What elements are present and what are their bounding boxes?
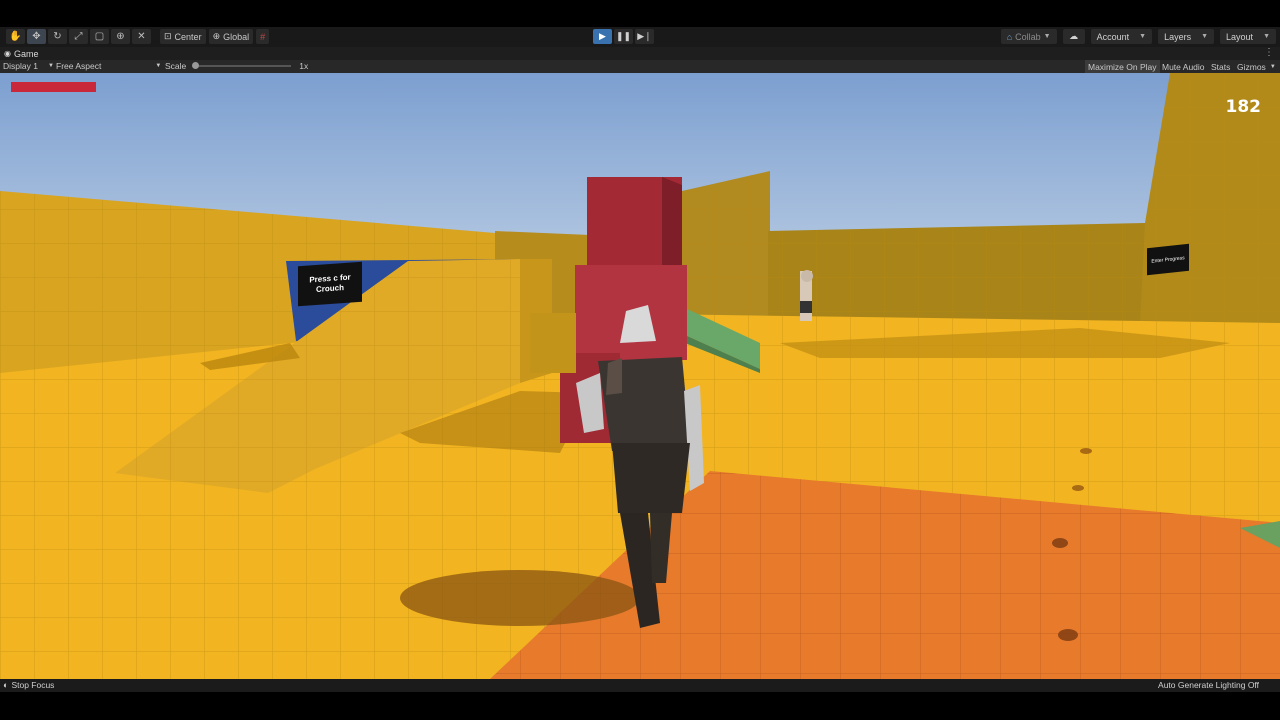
display-label: Display 1 (3, 61, 38, 71)
hand-tool-button[interactable]: ✋ (6, 29, 25, 44)
game-tab[interactable]: ◉ Game (4, 49, 39, 59)
maximize-on-play-toggle[interactable]: Maximize On Play (1085, 60, 1160, 73)
rect-tool-button[interactable]: ▢ (90, 29, 109, 44)
transform-tool-button[interactable]: ⊕ (111, 29, 130, 44)
scale-value: 1x (299, 61, 309, 71)
scale-slider[interactable] (192, 62, 292, 69)
crouch-sign: Press c for Crouch (298, 261, 362, 307)
game-viewport[interactable]: 182 Press c for Crouch Enter Progress (0, 73, 1280, 679)
chevron-down-icon: ▼ (47, 63, 54, 69)
chevron-down-icon: ▼ (1043, 33, 1051, 40)
gizmos-dropdown[interactable]: Gizmos ▼ (1234, 60, 1279, 73)
chevron-down-icon: ▼ (1269, 63, 1276, 70)
layers-dropdown[interactable]: Layers ▼ (1158, 29, 1215, 44)
account-dropdown[interactable]: Account ▼ (1090, 29, 1153, 44)
play-button[interactable]: ▶ (593, 29, 612, 44)
lighting-status[interactable]: Auto Generate Lighting Off (1158, 680, 1259, 690)
game-scene (0, 73, 1280, 679)
game-tab-label: Game (13, 48, 39, 59)
right-toolbar: ⌂ Collab ▼ ☁ Account ▼ Layers ▼ Layout ▼ (1000, 29, 1276, 44)
layout-label: Layout (1226, 31, 1254, 42)
stats-label: Stats (1211, 61, 1231, 72)
game-view-controls: Display 1 ▼ Free Aspect ▼ Scale 1x Maxim… (0, 60, 1280, 73)
pivot-label: Center (174, 31, 202, 42)
globe-icon: ⊕ (212, 31, 221, 41)
pivot-mode-button[interactable]: ⊡ Center (160, 29, 206, 44)
focus-icon: ◐ (3, 680, 9, 690)
collab-label: Collab (1015, 31, 1041, 42)
gamepad-icon: ◉ (4, 49, 11, 58)
hand-icon: ✋ (9, 31, 22, 42)
custom-tool-button[interactable]: ✕ (132, 29, 151, 44)
pause-icon: ❚❚ (615, 31, 632, 41)
main-toolbar: ✋ ✥ ↻ ⤢ ▢ ⊕ ✕ ⊡ Center ⊕ Global # ▶ ❚❚ ▶… (0, 27, 1280, 47)
letterbox-bottom (0, 692, 1280, 720)
maximize-label: Maximize On Play (1088, 61, 1157, 72)
move-tool-button[interactable]: ✥ (27, 29, 46, 44)
pause-button[interactable]: ❚❚ (614, 29, 633, 44)
display-dropdown[interactable]: Display 1 ▼ (3, 61, 54, 71)
scale-slider-handle[interactable] (192, 62, 200, 69)
step-icon: ▶❘ (637, 31, 652, 41)
pivot-space-button[interactable]: ⊕ Global (208, 29, 254, 44)
scale-icon: ⤢ (74, 31, 83, 42)
grid-icon: # (260, 31, 266, 42)
chevron-down-icon: ▼ (1139, 33, 1147, 40)
scale-tool-button[interactable]: ⤢ (69, 29, 88, 44)
chevron-down-icon: ▼ (1263, 33, 1270, 40)
rect-icon: ▢ (94, 31, 105, 42)
cloud-button[interactable]: ☁ (1062, 29, 1085, 44)
letterbox-top (0, 0, 1280, 27)
mute-audio-toggle[interactable]: Mute Audio (1159, 60, 1208, 73)
status-bar: ◐ Stop Focus Auto Generate Lighting Off (0, 679, 1280, 692)
cloud-icon: ☁ (1069, 31, 1079, 41)
status-left[interactable]: ◐ Stop Focus (3, 680, 54, 690)
score-counter: 182 (1225, 97, 1262, 117)
chevron-down-icon: ▼ (155, 63, 162, 69)
progress-sign: Enter Progress (1147, 243, 1189, 276)
layers-label: Layers (1164, 31, 1192, 42)
space-label: Global (223, 31, 250, 42)
health-bar (11, 82, 96, 92)
play-icon: ▶ (599, 31, 606, 41)
mute-label: Mute Audio (1162, 61, 1205, 72)
aspect-dropdown[interactable]: Free Aspect ▼ (56, 61, 161, 71)
collab-dropdown[interactable]: ⌂ Collab ▼ (1000, 29, 1057, 44)
scale-label: Scale (165, 61, 187, 71)
transform-icon: ⊕ (116, 31, 125, 42)
gizmos-label: Gizmos (1237, 61, 1266, 72)
step-button[interactable]: ▶❘ (635, 29, 654, 44)
chevron-down-icon: ▼ (1201, 33, 1209, 40)
collab-icon: ⌂ (1006, 31, 1013, 42)
pivot-icon: ⊡ (164, 31, 172, 41)
more-menu-icon[interactable]: ⋮ (1264, 47, 1274, 58)
account-label: Account (1096, 31, 1130, 42)
scale-control: Scale 1x (165, 61, 308, 71)
pivot-controls: ⊡ Center ⊕ Global # (160, 29, 270, 44)
game-tab-strip: ◉ Game ⋮ (0, 47, 1280, 60)
stats-toggle[interactable]: Stats (1208, 60, 1233, 73)
grid-snap-button[interactable]: # (256, 29, 270, 44)
status-message: Stop Focus (11, 680, 55, 690)
aspect-label: Free Aspect (56, 61, 102, 71)
rotate-tool-button[interactable]: ↻ (48, 29, 67, 44)
layout-dropdown[interactable]: Layout ▼ (1220, 29, 1276, 44)
transform-tools: ✋ ✥ ↻ ⤢ ▢ ⊕ ✕ (6, 29, 151, 44)
playmode-controls: ▶ ❚❚ ▶❘ (593, 29, 654, 44)
rotate-icon: ↻ (53, 31, 62, 42)
custom-tool-icon: ✕ (137, 31, 146, 42)
move-icon: ✥ (32, 31, 41, 42)
